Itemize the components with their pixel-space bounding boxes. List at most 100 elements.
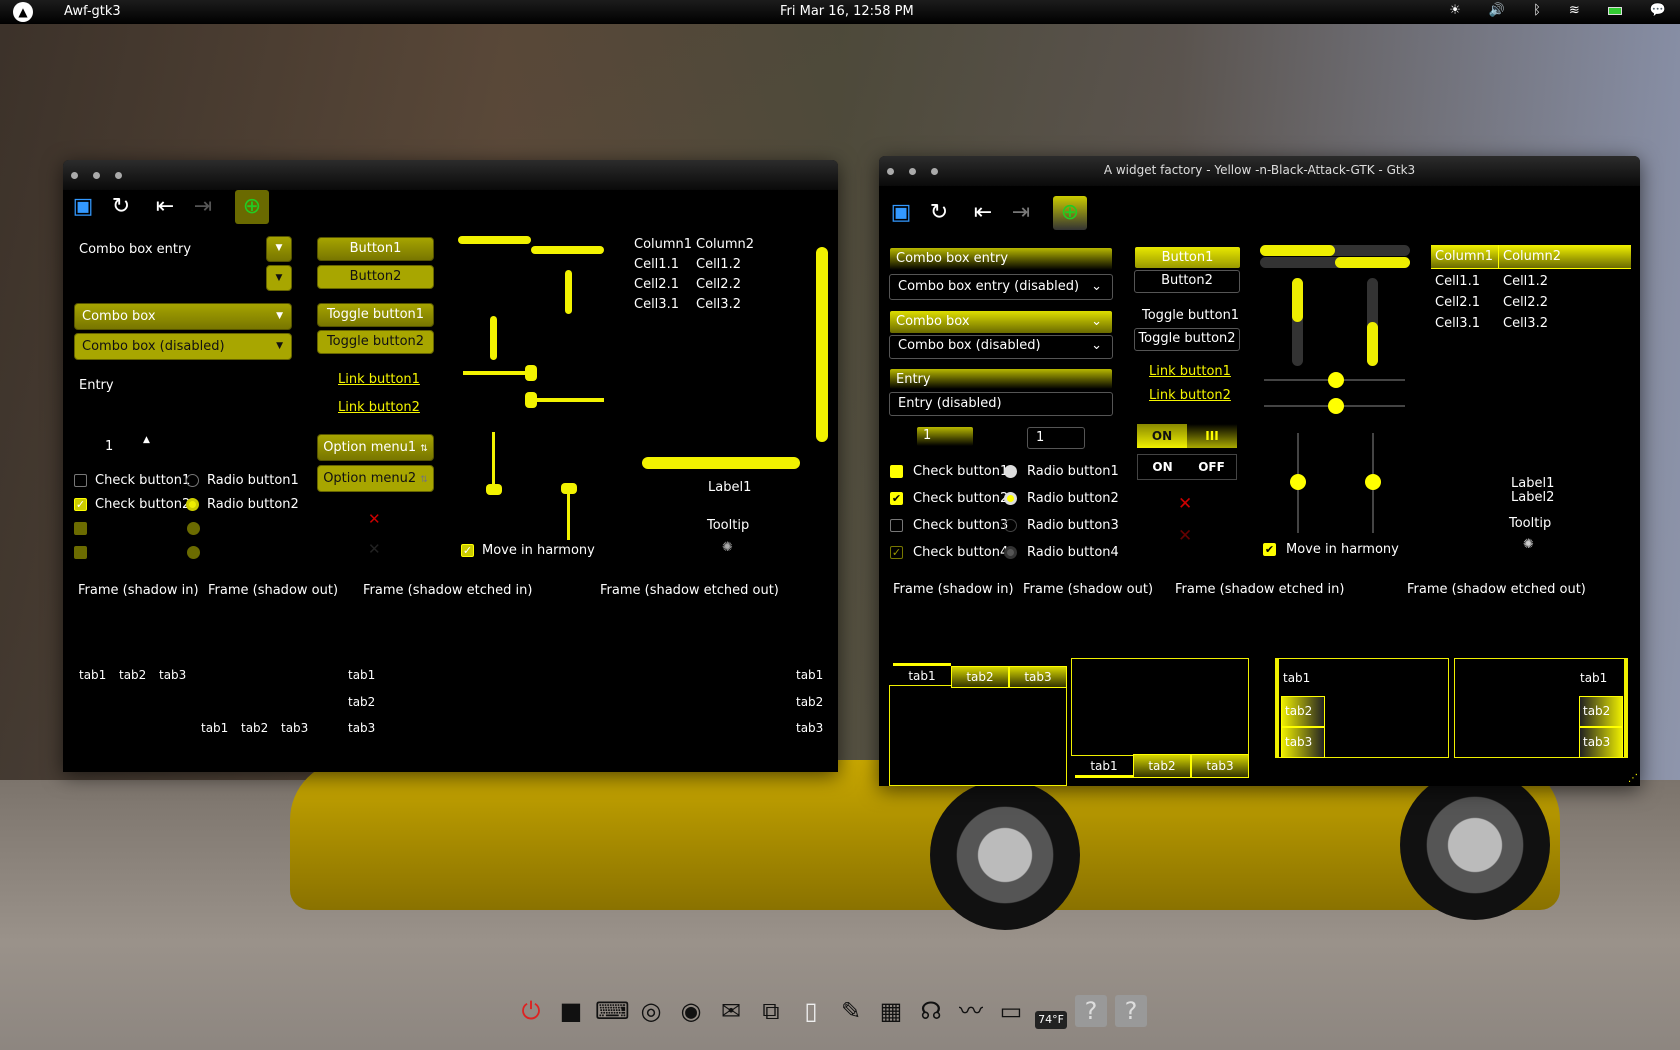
notebook-left-tab2[interactable]: tab2 xyxy=(1281,696,1325,727)
scale-v1-handle[interactable] xyxy=(486,484,502,495)
minimize-button[interactable] xyxy=(93,172,100,179)
calculator-icon[interactable]: ▦ xyxy=(875,995,907,1027)
check-button-3[interactable]: Check button3 xyxy=(890,518,1008,533)
notebook-top-tab3[interactable]: tab3 xyxy=(1009,666,1067,688)
notebook2-tab2[interactable]: tab2 xyxy=(241,721,268,735)
notebook-bottom-tab2[interactable]: tab2 xyxy=(1133,754,1191,778)
checkbox-checked[interactable]: ✓ xyxy=(461,544,474,557)
radio-button-3[interactable]: Radio button3 xyxy=(1004,518,1119,533)
combo-entry-text[interactable]: Combo box entry xyxy=(79,242,191,257)
add-icon[interactable]: ⊕ xyxy=(1053,196,1087,230)
checkbox-checked[interactable]: ✔ xyxy=(890,492,903,505)
scale-v1-handle[interactable] xyxy=(1290,474,1306,490)
scale-v2-track[interactable] xyxy=(567,490,570,540)
chrome-icon[interactable]: ◎ xyxy=(635,995,667,1027)
unknown-app-icon[interactable]: ? xyxy=(1075,995,1107,1027)
notebook2-tab3[interactable]: tab3 xyxy=(281,721,308,735)
notebook-right-tab3[interactable]: tab3 xyxy=(1579,727,1623,758)
checkbox[interactable] xyxy=(890,519,903,532)
scale-h1-handle[interactable] xyxy=(525,365,537,381)
bluetooth-icon[interactable]: ᛒ xyxy=(1533,3,1541,18)
tree-cell[interactable]: Cell1.1 xyxy=(634,257,696,272)
column-header[interactable]: Column2 xyxy=(1499,245,1565,268)
column-header[interactable]: Column1 xyxy=(1431,245,1499,268)
firefox-icon[interactable]: ◉ xyxy=(675,995,707,1027)
scale-v2-handle[interactable] xyxy=(1365,474,1381,490)
notebook1-tab3[interactable]: tab3 xyxy=(159,668,186,682)
option-menu-1[interactable]: Option menu1 ⇅ xyxy=(317,434,434,461)
brightness-icon[interactable]: ☀ xyxy=(1449,3,1461,18)
notebook3-tab1[interactable]: tab1 xyxy=(348,668,375,682)
scale-v2-handle[interactable] xyxy=(561,483,577,494)
switch-handle[interactable]: III xyxy=(1187,424,1237,448)
radio-button-2[interactable]: Radio button2 xyxy=(186,497,299,512)
move-in-harmony-check[interactable]: ✔ Move in harmony xyxy=(1263,542,1399,557)
combo-entry-dropdown[interactable]: ▼ xyxy=(266,236,292,262)
check-button-1[interactable]: Check button1 xyxy=(74,473,190,488)
go-first-icon[interactable]: ⇤ xyxy=(151,193,179,221)
chat-icon[interactable]: 💬 xyxy=(1650,3,1666,18)
switch-off[interactable]: ON OFF xyxy=(1137,454,1237,480)
toggle-button-2[interactable]: Toggle button2 xyxy=(1134,328,1240,351)
vertical-scrollbar[interactable] xyxy=(816,247,828,442)
tree-cell[interactable]: Cell3.1 xyxy=(1435,316,1503,331)
scale-h1-handle[interactable] xyxy=(1328,372,1344,388)
tree-cell[interactable]: Cell3.2 xyxy=(1503,316,1563,331)
notebook-top-tab1[interactable]: tab1 xyxy=(893,663,951,685)
radio-inconsistent[interactable] xyxy=(1004,465,1017,478)
link-button-2[interactable]: Link button2 xyxy=(338,400,420,415)
tree-view[interactable]: Cell1.1 Cell1.2 Cell2.1 Cell2.2 Cell3.1 … xyxy=(1435,274,1563,331)
combo-box[interactable]: Combo box ⌄ xyxy=(890,311,1112,333)
notebook1-tab2[interactable]: tab2 xyxy=(119,668,146,682)
check-button-2[interactable]: ✔ Check button2 xyxy=(890,491,1008,506)
left-window-titlebar[interactable] xyxy=(63,160,838,190)
spin-button-value[interactable]: 1 xyxy=(105,439,113,454)
remote-desktop-icon[interactable]: ⧉ xyxy=(755,995,787,1027)
tree-cell[interactable]: Cell1.2 xyxy=(696,257,756,272)
link-button-1[interactable]: Link button1 xyxy=(338,372,420,387)
tree-cell[interactable]: Cell2.2 xyxy=(696,277,756,292)
column-header[interactable]: Column1 xyxy=(634,237,696,252)
launcher-logo-icon[interactable]: ▲ xyxy=(13,2,33,22)
notebook2-tab1[interactable]: tab1 xyxy=(201,721,228,735)
radio-button-1[interactable]: Radio button1 xyxy=(1004,464,1119,479)
button-2[interactable]: Button2 xyxy=(317,265,434,289)
notebook4-tab2[interactable]: tab2 xyxy=(796,695,823,709)
go-first-icon[interactable]: ⇤ xyxy=(969,199,997,227)
close-button[interactable] xyxy=(71,172,78,179)
column-header[interactable]: Column2 xyxy=(696,237,756,252)
switch-on[interactable]: ON III xyxy=(1137,424,1237,448)
horizontal-scrollbar[interactable] xyxy=(642,457,800,469)
scale-h2-handle[interactable] xyxy=(1328,398,1344,414)
pen-icon[interactable]: ✎ xyxy=(835,995,867,1027)
notebook1-tab1[interactable]: tab1 xyxy=(79,668,106,682)
checkbox-checked[interactable]: ✓ xyxy=(74,498,87,511)
combo-entry[interactable]: Combo box entry xyxy=(890,248,1112,270)
spin-button-1[interactable]: 1 xyxy=(917,427,973,446)
notebook-right-tab1[interactable]: tab1 xyxy=(1580,671,1607,685)
tooltip-label[interactable]: Tooltip xyxy=(707,518,749,533)
toggle-button-1[interactable]: Toggle button1 xyxy=(1142,308,1239,323)
notebook-right-tab2[interactable]: tab2 xyxy=(1579,696,1623,727)
resize-grip-icon[interactable]: ⋰ xyxy=(1628,773,1638,784)
scale-h2-track[interactable] xyxy=(531,398,604,402)
radio[interactable] xyxy=(186,474,199,487)
tree-cell[interactable]: Cell2.1 xyxy=(634,277,696,292)
button-1[interactable]: Button1 xyxy=(317,237,434,261)
go-last-icon[interactable]: ⇥ xyxy=(189,193,217,221)
tree-cell[interactable]: Cell1.2 xyxy=(1503,274,1563,289)
scale-v1-track[interactable] xyxy=(492,432,495,486)
active-app-name[interactable]: Awf-gtk3 xyxy=(64,4,121,19)
notebook-left-tab1[interactable]: tab1 xyxy=(1283,671,1310,685)
entry-field[interactable]: Entry xyxy=(79,378,114,393)
toggle-button-1[interactable]: Toggle button1 xyxy=(317,303,434,327)
button-1[interactable]: Button1 xyxy=(1135,247,1240,268)
mail-icon[interactable]: ✉ xyxy=(715,995,747,1027)
wifi-icon[interactable]: ≋ xyxy=(1569,3,1580,18)
checkbox[interactable] xyxy=(74,474,87,487)
option-menu-2[interactable]: Option menu2 ⇅ xyxy=(317,465,434,492)
right-window-titlebar[interactable]: A widget factory - Yellow -n-Black-Attac… xyxy=(879,156,1640,186)
checkbox-inconsistent[interactable] xyxy=(890,465,903,478)
refresh-icon[interactable]: ↻ xyxy=(925,199,953,227)
tree-cell[interactable]: Cell3.2 xyxy=(696,297,756,312)
